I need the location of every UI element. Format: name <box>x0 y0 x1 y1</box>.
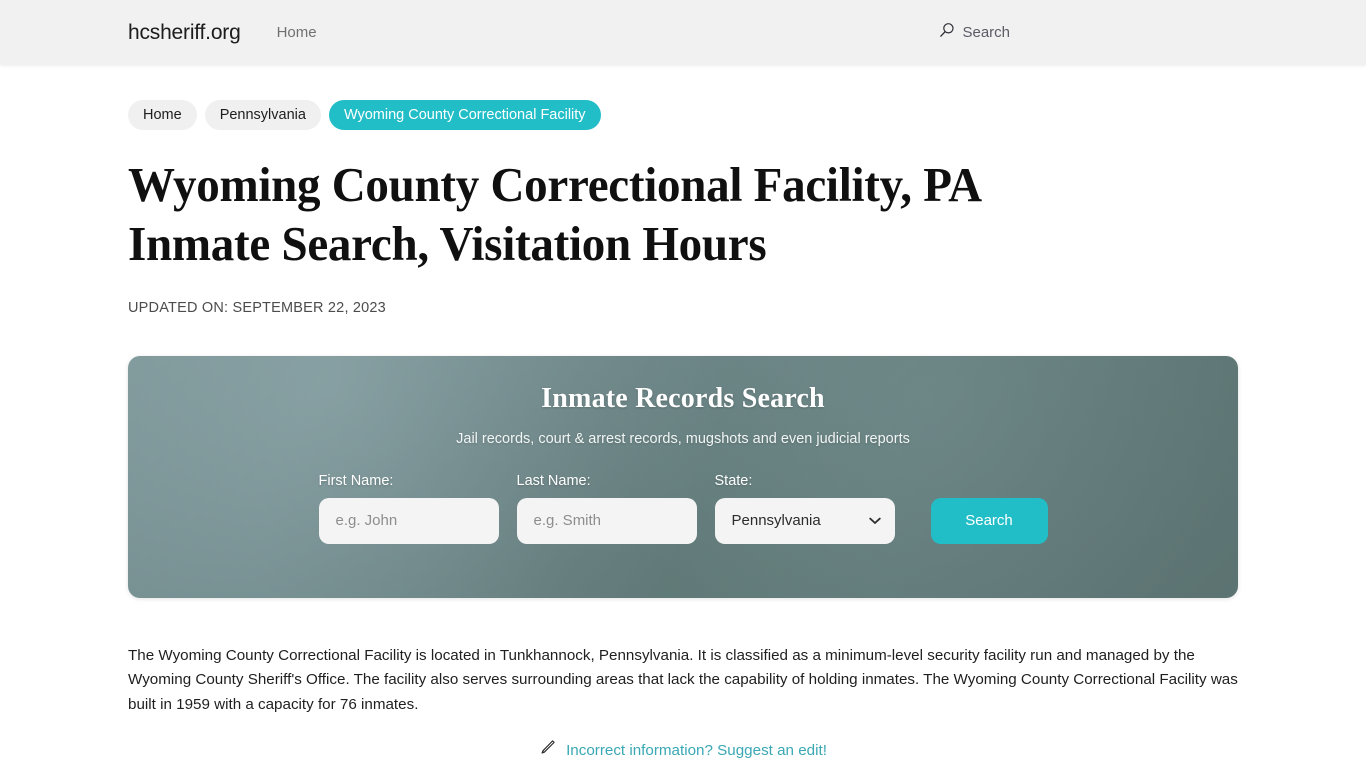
state-select-wrap: Pennsylvania <box>714 497 895 544</box>
inmate-search-form: First Name: Last Name: State: Pennsylvan… <box>318 472 1048 544</box>
page-content: Home Pennsylvania Wyoming County Correct… <box>0 65 1366 762</box>
site-logo[interactable]: hcsheriff.org <box>128 21 241 45</box>
site-header: hcsheriff.org Home Search <box>0 0 1366 65</box>
state-select[interactable]: Pennsylvania <box>714 497 895 544</box>
first-name-field-group: First Name: <box>318 472 499 544</box>
page-title: Wyoming County Correctional Facility, PA… <box>128 157 980 271</box>
first-name-label: First Name: <box>318 472 394 489</box>
breadcrumb-item-home[interactable]: Home <box>128 100 197 130</box>
breadcrumb: Home Pennsylvania Wyoming County Correct… <box>128 65 1238 130</box>
header-inner: hcsheriff.org Home Search <box>0 21 1366 45</box>
search-icon <box>939 22 955 43</box>
breadcrumb-item-pennsylvania[interactable]: Pennsylvania <box>204 100 321 130</box>
suggest-edit-link[interactable]: Incorrect information? Suggest an edit! <box>566 742 827 759</box>
search-panel-title: Inmate Records Search <box>541 382 825 414</box>
header-search-label: Search <box>962 24 1010 41</box>
breadcrumb-item-current[interactable]: Wyoming County Correctional Facility <box>328 100 601 130</box>
facility-description-paragraph: The Wyoming County Correctional Facility… <box>128 646 1238 713</box>
state-field-group: State: Pennsylvania <box>714 472 895 544</box>
state-label: State: <box>714 472 753 489</box>
header-search-button[interactable]: Search <box>939 22 1238 43</box>
pencil-icon <box>539 739 556 761</box>
inmate-search-submit-button[interactable]: Search <box>930 497 1048 544</box>
search-panel-body: Inmate Records Search Jail records, cour… <box>128 356 1238 598</box>
search-panel-subtitle: Jail records, court & arrest records, mu… <box>456 430 910 447</box>
first-name-input[interactable] <box>318 497 499 544</box>
last-name-field-group: Last Name: <box>516 472 697 544</box>
last-name-input[interactable] <box>516 497 697 544</box>
updated-on-text: UPDATED ON: SEPTEMBER 22, 2023 <box>128 299 386 316</box>
inmate-records-search-panel: Inmate Records Search Jail records, cour… <box>128 355 1238 598</box>
nav-item-home[interactable]: Home <box>277 24 317 41</box>
main-nav: Home <box>277 24 317 41</box>
last-name-label: Last Name: <box>516 472 591 489</box>
suggest-edit-row: Incorrect information? Suggest an edit! <box>128 739 1238 761</box>
